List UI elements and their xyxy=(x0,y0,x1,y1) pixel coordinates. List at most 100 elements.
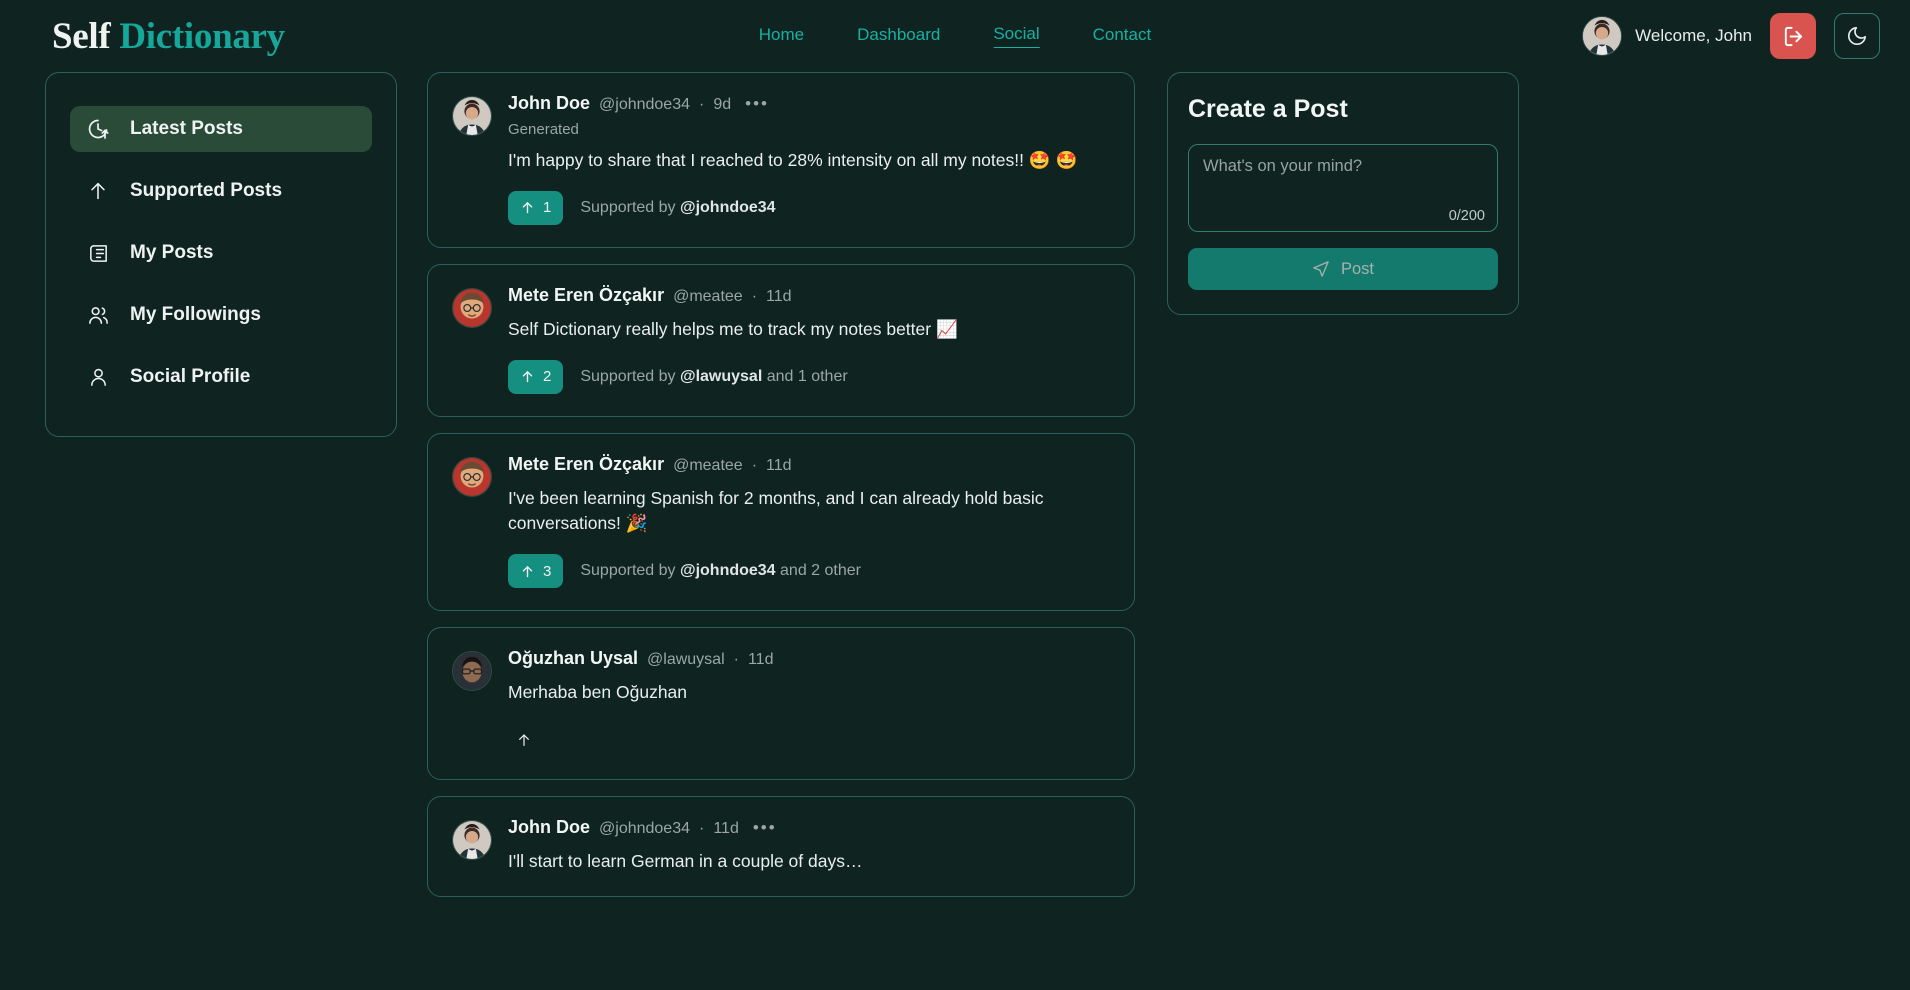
post-author-name: Mete Eren Özçakır xyxy=(508,284,665,305)
avatar xyxy=(452,287,492,328)
supported-by-suffix: and 1 other xyxy=(762,367,848,385)
create-post-title: Create a Post xyxy=(1188,95,1348,123)
create-post-textarea[interactable]: What's on your mind? 0/200 xyxy=(1188,144,1498,232)
supported-by-prefix: Supported by xyxy=(580,562,680,580)
sidebar: Latest Posts Supported Posts My Posts My… xyxy=(45,72,397,437)
post-time: 11d xyxy=(766,456,792,474)
nav-item-dashboard[interactable]: Dashboard xyxy=(857,25,940,48)
logout-button[interactable] xyxy=(1770,13,1816,59)
support-button[interactable]: 3 xyxy=(508,554,564,589)
sidebar-item-label: My Followings xyxy=(130,304,261,325)
sidebar-item-my-followings[interactable]: My Followings xyxy=(70,292,372,338)
avatar xyxy=(452,96,492,136)
post-text: I've been learning Spanish for 2 months,… xyxy=(508,487,1044,533)
clock-arrow-icon xyxy=(86,117,110,141)
post-submit-button[interactable]: Post xyxy=(1188,248,1498,290)
arrow-up-icon xyxy=(86,179,110,203)
avatar xyxy=(1582,16,1623,56)
logo-word-self: Self xyxy=(52,15,111,57)
nav-item-contact[interactable]: Contact xyxy=(1093,25,1152,48)
post-separator: · xyxy=(751,287,758,305)
arrow-up-icon xyxy=(522,371,533,383)
post-time: 11d xyxy=(747,651,774,669)
page-body: Latest Posts Supported Posts My Posts My… xyxy=(0,72,1910,913)
supported-by-handle[interactable]: @lawuysal xyxy=(680,368,762,385)
support-count: 3 xyxy=(543,562,552,580)
post-author-handle: @meatee xyxy=(673,456,743,474)
post-time: 11d xyxy=(766,287,792,305)
post-text: Self Dictionary really helps me to track… xyxy=(508,318,958,339)
user-zone: Welcome, John xyxy=(1582,13,1880,59)
welcome-text: Welcome, John xyxy=(1635,26,1752,45)
sidebar-item-label: My Posts xyxy=(130,242,214,263)
post-separator: · xyxy=(699,820,705,838)
supported-by-handle[interactable]: @johndoe34 xyxy=(680,562,776,579)
logo-word-dictionary: Dictionary xyxy=(119,15,285,57)
avatar xyxy=(452,456,492,497)
avatar xyxy=(452,651,492,692)
post-card: John Doe @johndoe34 · 9d ••• Generated I… xyxy=(427,72,1135,248)
user-icon xyxy=(86,365,110,389)
create-post-card: Create a Post What's on your mind? 0/200… xyxy=(1167,72,1519,315)
sidebar-item-latest-posts[interactable]: Latest Posts xyxy=(70,106,372,152)
sidebar-item-label: Supported Posts xyxy=(130,180,283,201)
supported-by-handle[interactable]: @johndoe34 xyxy=(680,199,776,216)
support-button[interactable]: 1 xyxy=(508,190,564,225)
post-text: I'll start to learn German in a couple o… xyxy=(508,850,863,871)
post-separator: · xyxy=(751,456,758,474)
post-time: 9d xyxy=(713,96,732,113)
arrow-up-icon xyxy=(522,565,533,577)
supported-by-text: Supported by @johndoe34 and 2 other xyxy=(580,562,861,580)
supported-by-prefix: Supported by xyxy=(580,367,680,385)
post-submit-label: Post xyxy=(1340,259,1375,278)
supported-by-prefix: Supported by xyxy=(580,198,680,216)
avatar xyxy=(452,820,492,861)
post-author-name: Mete Eren Özçakır xyxy=(508,453,665,474)
support-button[interactable] xyxy=(508,723,548,757)
post-separator: · xyxy=(733,651,739,669)
arrow-up-icon xyxy=(519,734,529,747)
character-counter: 0/200 xyxy=(1448,208,1485,224)
nav-item-home[interactable]: Home xyxy=(759,25,804,48)
post-card: Mete Eren Özçakır @meatee · 11d Self Dic… xyxy=(427,263,1135,417)
post-menu-button[interactable]: ••• xyxy=(753,819,777,836)
post-text: I'm happy to share that I reached to 28%… xyxy=(508,149,1078,170)
users-icon xyxy=(86,303,110,327)
post-text: Merhaba ben Oğuzhan xyxy=(508,681,688,702)
main-nav: Home Dashboard Social Contact xyxy=(759,24,1151,48)
theme-toggle-button[interactable] xyxy=(1834,13,1880,59)
sidebar-item-supported-posts[interactable]: Supported Posts xyxy=(70,168,372,214)
create-post-placeholder: What's on your mind? xyxy=(1203,157,1363,175)
support-button[interactable]: 2 xyxy=(508,359,564,394)
sidebar-item-label: Social Profile xyxy=(130,366,251,387)
arrow-up-icon xyxy=(522,202,533,214)
supported-by-text: Supported by @johndoe34 xyxy=(580,199,775,217)
post-menu-button[interactable]: ••• xyxy=(745,95,769,112)
sidebar-item-social-profile[interactable]: Social Profile xyxy=(70,354,372,400)
post-card: Mete Eren Özçakır @meatee · 11d I've bee… xyxy=(427,432,1135,612)
logout-icon xyxy=(1784,26,1802,46)
post-separator: · xyxy=(699,96,705,113)
post-author-handle: @lawuysal xyxy=(647,651,725,669)
post-time: 11d xyxy=(713,820,739,838)
post-card: John Doe @johndoe34 · 11d ••• I'll start… xyxy=(427,796,1135,898)
app-header: Self Dictionary Home Dashboard Social Co… xyxy=(0,0,1910,72)
send-icon xyxy=(1313,261,1329,277)
app-logo[interactable]: Self Dictionary xyxy=(52,15,285,58)
nav-item-social[interactable]: Social xyxy=(993,24,1040,48)
support-count: 1 xyxy=(543,199,552,217)
post-author-handle: @johndoe34 xyxy=(599,820,690,838)
right-column: Create a Post What's on your mind? 0/200… xyxy=(1167,72,1868,315)
supported-by-suffix: and 2 other xyxy=(775,562,861,580)
post-subtitle: Generated xyxy=(508,120,579,138)
post-author-handle: @johndoe34 xyxy=(599,96,690,113)
support-count: 2 xyxy=(543,368,552,386)
user-profile[interactable]: Welcome, John xyxy=(1582,16,1752,56)
post-author-handle: @meatee xyxy=(673,287,743,305)
post-card: Oğuzhan Uysal @lawuysal · 11d Merhaba be… xyxy=(427,627,1135,781)
sidebar-item-my-posts[interactable]: My Posts xyxy=(70,230,372,276)
post-author-name: Oğuzhan Uysal xyxy=(508,648,639,669)
post-author-name: John Doe xyxy=(508,93,591,113)
newspaper-icon xyxy=(86,241,110,265)
posts-feed: John Doe @johndoe34 · 9d ••• Generated I… xyxy=(427,72,1135,913)
